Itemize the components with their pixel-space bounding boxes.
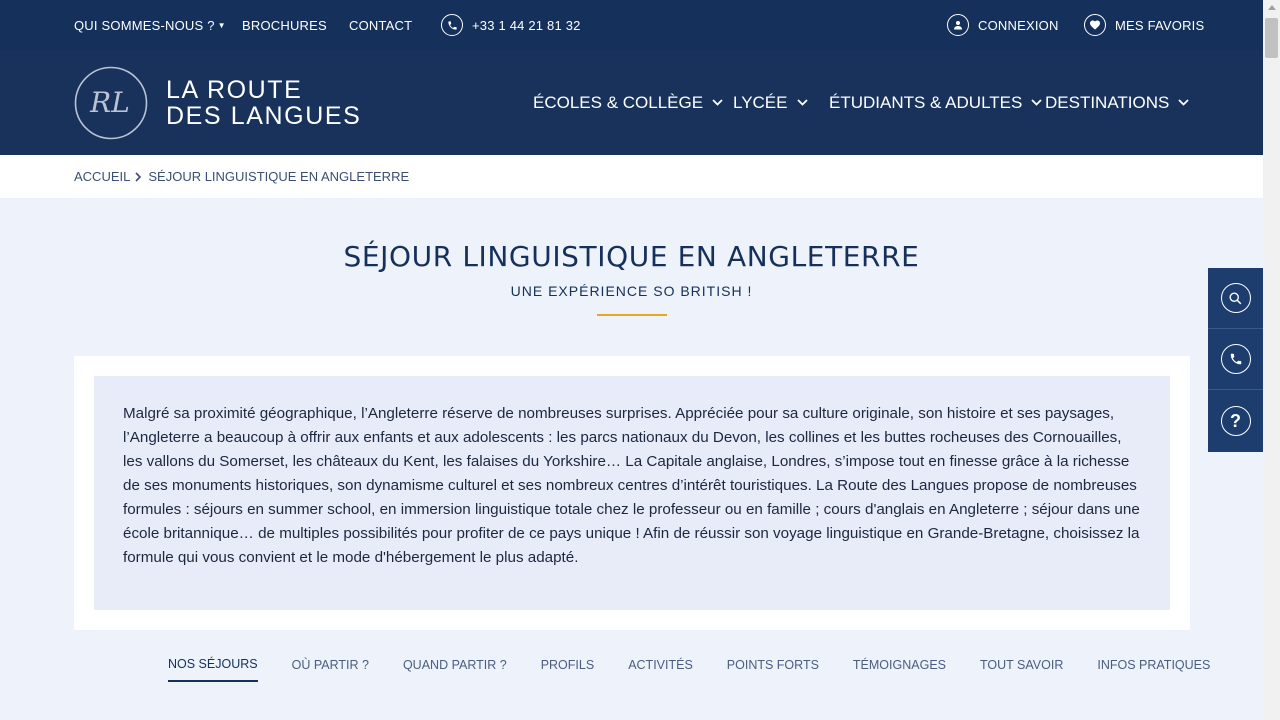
tab-infos-pratiques[interactable]: INFOS PRATIQUES [1097,648,1210,682]
about-menu-label: QUI SOMMES-NOUS ? [74,17,215,33]
section-tabs: NOS SÉJOURS OÙ PARTIR ? QUAND PARTIR ? P… [168,648,1244,684]
top-bar: QUI SOMMES-NOUS ? ▼ BROCHURES CONTACT +3… [0,0,1263,50]
heart-icon [1084,14,1106,36]
page-title: SÉJOUR LINGUISTIQUE EN ANGLETERRE [343,240,920,273]
tab-activites[interactable]: ACTIVITÉS [628,648,693,682]
intro-text: Malgré sa proximité géographique, l’Angl… [94,376,1170,610]
menu-ecoles-college[interactable]: ÉCOLES & COLLÈGE [533,50,723,155]
chevron-down-icon [1178,99,1190,106]
chevron-down-icon [712,99,723,106]
user-icon [947,14,969,36]
favorites-label: MES FAVORIS [1115,17,1205,33]
chevron-right-icon [135,171,142,182]
menu-label: LYCÉE [733,92,788,112]
tab-points-forts[interactable]: POINTS FORTS [727,648,819,682]
contact-link[interactable]: CONTACT [349,0,412,50]
menu-lycee[interactable]: LYCÉE [733,50,808,155]
scrollbar-thumb[interactable] [1265,18,1278,58]
favorites-link[interactable]: MES FAVORIS [1084,0,1204,50]
tab-quand-partir[interactable]: QUAND PARTIR ? [403,648,507,682]
search-icon [1220,283,1251,313]
phone-link[interactable]: +33 1 44 21 81 32 [441,0,581,50]
brand-name[interactable]: LA ROUTE DES LANGUES [166,77,361,129]
chevron-down-icon [1031,99,1042,106]
sidebar-help-button[interactable]: ? [1208,390,1263,452]
menu-label: ÉTUDIANTS & ADULTES [829,92,1023,112]
phone-number: +33 1 44 21 81 32 [472,17,581,33]
main-nav: RL LA ROUTE DES LANGUES ÉCOLES & COLLÈGE… [0,50,1263,155]
login-label: CONNEXION [978,17,1059,33]
menu-etudiants-adultes[interactable]: ÉTUDIANTS & ADULTES [829,50,1042,155]
menu-label: DESTINATIONS [1045,92,1170,112]
page-subtitle: UNE EXPÉRIENCE SO BRITISH ! [510,283,753,299]
scroll-up-icon[interactable] [1268,5,1276,10]
breadcrumb: ACCUEIL SÉJOUR LINGUISTIQUE EN ANGLETERR… [0,155,1263,198]
tab-nos-sejours[interactable]: NOS SÉJOURS [168,648,258,682]
breadcrumb-home[interactable]: ACCUEIL [74,169,130,184]
brand-line-2: DES LANGUES [166,102,362,130]
brand-logo-icon[interactable]: RL [74,66,148,140]
question-icon: ? [1220,406,1251,436]
caret-down-icon: ▼ [217,20,226,30]
breadcrumb-current: SÉJOUR LINGUISTIQUE EN ANGLETERRE [148,169,410,184]
menu-destinations[interactable]: DESTINATIONS [1045,50,1190,155]
about-menu[interactable]: QUI SOMMES-NOUS ? ▼ [74,0,226,50]
floating-sidebar: ? [1208,268,1263,452]
tab-ou-partir[interactable]: OÙ PARTIR ? [292,648,369,682]
phone-icon [441,14,463,36]
chevron-down-icon [796,99,808,106]
page-scrollbar[interactable] [1263,0,1280,720]
brochures-link[interactable]: BROCHURES [242,0,327,50]
phone-icon [1220,344,1251,374]
sidebar-search-button[interactable] [1208,268,1263,329]
tab-profils[interactable]: PROFILS [541,648,595,682]
sidebar-phone-button[interactable] [1208,329,1263,390]
menu-label: ÉCOLES & COLLÈGE [533,92,704,112]
title-accent-divider [597,314,667,316]
intro-card: Malgré sa proximité géographique, l’Angl… [74,356,1190,630]
login-link[interactable]: CONNEXION [947,0,1059,50]
tab-tout-savoir[interactable]: TOUT SAVOIR [980,648,1063,682]
brand-line-1: LA ROUTE [166,76,303,104]
tab-temoignages[interactable]: TÉMOIGNAGES [853,648,946,682]
brand-monogram: RL [89,86,130,119]
